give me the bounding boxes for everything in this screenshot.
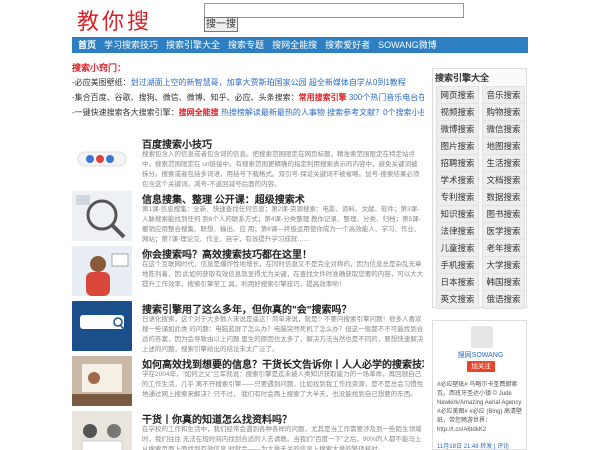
nav-item-weibo[interactable]: SOWANG微博 [374, 37, 441, 53]
search-engine-directory: 搜索引擎大全 网页搜索 音乐搜索 视频搜索 购物搜索 微博搜索 微信搜索 图片搜索 地图搜索招… [432, 68, 527, 309]
tip-line: -集合百度、谷歌、搜狗、微信、微博、知乎、必应、头条搜索：常用搜索引擎 300个… [72, 90, 424, 105]
article-title[interactable]: 干货丨你真的知道怎么找资料吗？ [142, 411, 292, 426]
nav-item-all-search[interactable]: 搜网全能搜 [268, 37, 321, 53]
tip-line: -必应美图壁纸：划过湖面上空的新智慧哥，加拿大贾斯珀国家公园 超全新媒体自学从0… [72, 75, 424, 90]
main-content: 搜索小窍门： -必应美图壁纸：划过湖面上空的新智慧哥，加拿大贾斯珀国家公园 超全… [72, 58, 424, 450]
article-item[interactable]: 百度搜索小技巧 搜索包含入的信息或者包含词的信息。把搜索范围限定在网页标题，精准… [72, 136, 424, 188]
tip-link[interactable]: 超全新媒体自学从0到1教程 [309, 78, 406, 87]
article-title[interactable]: 搜索引擎用了这么多年，但你真的"会"搜索吗？ [142, 301, 351, 316]
article-item[interactable]: 如何高效找到想要的信息？干货长文告诉你丨人人必学的搜索技巧 学在2004年，"如… [72, 356, 424, 408]
tip-link[interactable]: 常用搜索引擎 [299, 93, 347, 102]
tips-title: 搜索小窍门： [72, 63, 127, 73]
tip-link[interactable]: 热搜榜解读最新最热的人事物 [221, 108, 325, 117]
tip-link[interactable]: 搜索参考文献？0个搜索小技巧 [327, 108, 424, 117]
category-link[interactable]: 俄语搜索 [482, 290, 525, 309]
nav-item-engine-list[interactable]: 搜索引擎大全 [162, 37, 224, 53]
article-thumbnail[interactable] [72, 136, 132, 186]
article-thumbnail[interactable] [72, 191, 132, 241]
weibo-account-name[interactable]: 搜网SOWANG [433, 350, 528, 360]
article-thumbnail[interactable] [72, 356, 132, 406]
header: 教你搜 搜一搜 [0, 0, 600, 36]
avatar[interactable] [471, 326, 493, 348]
weibo-post-meta[interactable]: 11月18日 21:48 转发 | 评论 [437, 441, 525, 450]
article-title[interactable]: 如何高效找到想要的信息？干货长文告诉你丨人人必学的搜索技巧 [142, 356, 424, 371]
site-logo[interactable]: 教你搜 [77, 4, 152, 36]
article-excerpt: 第1课-信息搜集：全新、快速查找任何信息；第2课-资源搜索：电影、资料、文献、软… [142, 206, 421, 243]
tip-line: -一键快速搜索各大搜索引擎：搜网全能搜 热搜榜解读最新最热的人事物 搜索参考文献… [72, 105, 424, 120]
nav-item-learn-tips[interactable]: 学习搜索技巧 [100, 37, 162, 53]
tip-link[interactable]: 划过湖面上空的新智慧哥，加拿大贾斯珀国家公园 [131, 78, 307, 87]
search-button[interactable]: 搜一搜 [204, 17, 238, 32]
article-item[interactable]: 干货丨你真的知道怎么找资料吗？ 在学校的工作和生活中，我们经常会遇到各种各样的问… [72, 411, 424, 450]
article-excerpt: 学在2004年，"如何之父"兰军就说：搜索引擎是迄未被人类知识获取能力的一场革命… [142, 371, 424, 398]
weibo-widget: 搜网SOWANG 加关注 #必应壁纸# 马略尔卡圣费朗索瓦，西班牙圣达小镇 © … [432, 320, 527, 450]
article-excerpt: 在这个互联网时代，信息是爆炸性地增长，在同时信息又不是完全对称的，因为信息总是杂… [142, 261, 424, 288]
article-item[interactable]: 你会搜索吗？高效搜索技巧都在这里！ 在这个互联网时代，信息是爆炸性地增长，在同时… [72, 246, 424, 298]
article-excerpt: 日语化搜索，这个对于大多数人来说是遥远！简单来说，就是：不要问搜索引擎问题！很多… [142, 316, 424, 353]
article-thumbnail[interactable] [72, 246, 132, 296]
nav-item-home[interactable]: 首页 [72, 37, 100, 53]
sidebar-title: 搜索引擎大全 [435, 73, 490, 83]
tip-text: -一键快速搜索各大搜索引擎： [72, 108, 179, 117]
article-title[interactable]: 百度搜索小技巧 [142, 136, 212, 151]
article-thumbnail[interactable] [72, 301, 132, 351]
article-title[interactable]: 信息搜集、整理 公开课：超级搜索术 [142, 191, 305, 206]
article-excerpt: 在学校的工作和生活中，我们经常会遇到各种各样的问题，尤其是当工作需要涉及到一些陌… [142, 426, 422, 450]
tip-link[interactable]: 搜网全能搜 [179, 108, 219, 117]
tips-list: -必应美图壁纸：划过湖面上空的新智慧哥，加拿大贾斯珀国家公园 超全新媒体自学从0… [72, 75, 424, 120]
article-title[interactable]: 你会搜索吗？高效搜索技巧都在这里！ [142, 246, 312, 261]
weibo-post-text: #必应壁纸# 马略尔卡圣费朗索瓦，西班牙圣达小镇 © Jude Newkirk/… [437, 382, 523, 433]
follow-button[interactable]: 加关注 [467, 361, 495, 372]
article-excerpt: 搜索包含入的信息或者包含词的信息。把搜索范围限定在网页标题，精准索范围限定在特定… [142, 151, 420, 188]
category-link[interactable]: 英文搜索 [436, 290, 479, 309]
article-item[interactable]: 搜索引擎用了这么多年，但你真的"会"搜索吗？ 日语化搜索，这个对于大多数人来说是… [72, 301, 424, 353]
main-nav: 首页 学习搜索技巧 搜索引擎大全 搜索专题 搜网全能搜 搜索爱好者 SOWANG… [72, 37, 528, 53]
tip-text: -集合百度、谷歌、搜狗、微信、微博、知乎、必应、头条搜索： [72, 93, 299, 102]
tip-link[interactable]: 300个热门音乐电台在线收听 [349, 93, 424, 102]
article-item[interactable]: 信息搜集、整理 公开课：超级搜索术 第1课-信息搜集：全新、快速查找任何信息；第… [72, 191, 424, 243]
tip-text: -必应美图壁纸： [72, 78, 131, 87]
nav-item-topics[interactable]: 搜索专题 [224, 37, 268, 53]
nav-item-fans[interactable]: 搜索爱好者 [321, 37, 374, 53]
article-thumbnail[interactable] [72, 411, 132, 450]
search-input[interactable] [204, 3, 464, 18]
